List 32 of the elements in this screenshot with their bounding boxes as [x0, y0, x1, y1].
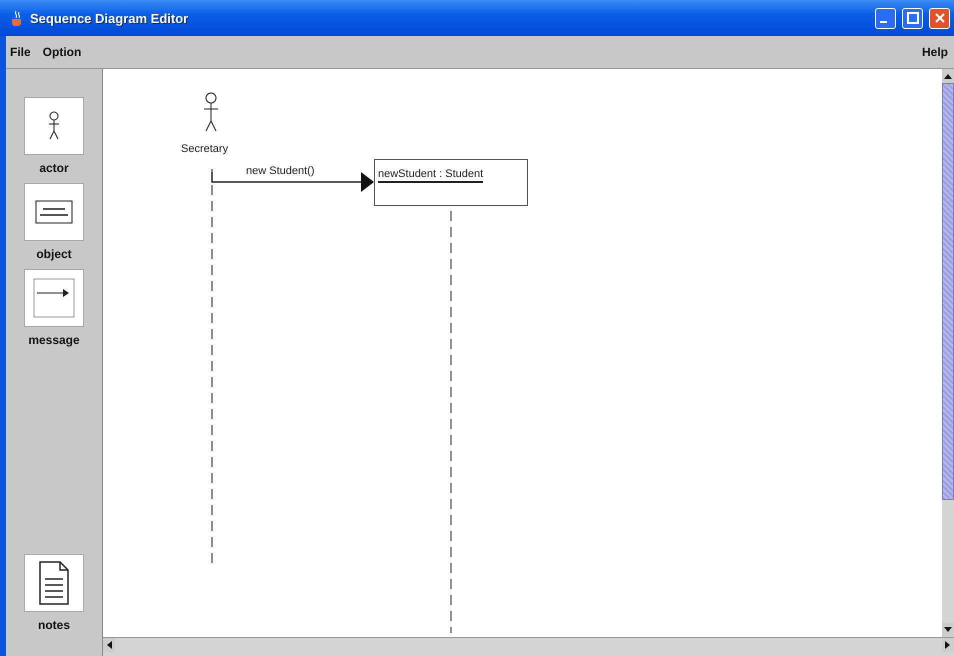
- close-icon: [934, 13, 944, 23]
- up-arrow-icon[interactable]: [944, 73, 952, 79]
- left-arrow-icon[interactable]: [106, 641, 112, 649]
- tool-label: object: [36, 247, 72, 261]
- close-button[interactable]: [929, 8, 950, 28]
- stick-figure-icon: [47, 111, 61, 141]
- palette-tool[interactable]: object: [24, 183, 84, 261]
- palette-tool[interactable]: actor: [24, 97, 84, 175]
- menu-item[interactable]: Help: [922, 45, 948, 59]
- object-box-icon: [35, 200, 73, 224]
- tool-label: notes: [38, 618, 70, 632]
- actor-name: Secretary: [181, 143, 228, 155]
- message-label: new Student(): [246, 165, 314, 177]
- maximize-button[interactable]: [902, 8, 923, 28]
- menu-item[interactable]: File: [10, 45, 31, 59]
- palette-tool[interactable]: message: [24, 269, 84, 347]
- cup-icon: [10, 10, 24, 26]
- horizontal-scrollbar[interactable]: [103, 637, 954, 656]
- actor-figure: [204, 92, 218, 132]
- window-title: Sequence Diagram Editor: [30, 10, 190, 26]
- down-arrow-icon[interactable]: [944, 627, 952, 633]
- menu-item[interactable]: Option: [42, 45, 82, 59]
- minimize-button[interactable]: [875, 8, 896, 28]
- tool-label: message: [28, 333, 80, 347]
- palette-tool[interactable]: notes: [24, 554, 84, 632]
- minimize-icon: [880, 21, 887, 23]
- vertical-scrollbar[interactable]: [942, 69, 954, 637]
- document-icon: [39, 561, 69, 605]
- object-label: newStudent : Student: [378, 168, 484, 183]
- tool-label: actor: [39, 161, 69, 175]
- right-arrow-icon[interactable]: [945, 641, 951, 649]
- maximize-icon: [906, 12, 918, 24]
